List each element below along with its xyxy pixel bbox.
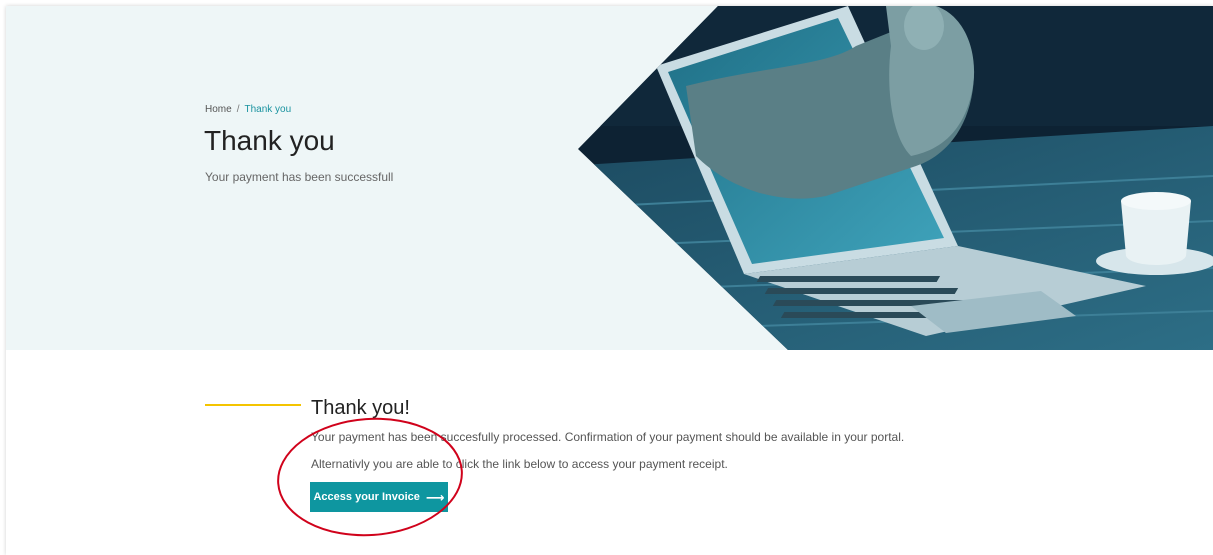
confirmation-text: Your payment has been succesfully proces… [311,430,905,444]
access-invoice-button[interactable]: Access your Invoice ⟶ [310,482,448,512]
breadcrumb-separator: / [236,104,240,115]
breadcrumb: Home / Thank you [205,104,291,115]
arrow-right-icon: ⟶ [425,489,445,505]
access-invoice-label: Access your Invoice [313,491,420,503]
receipt-instruction-text: Alternativly you are able to click the l… [311,457,728,471]
section-title: Thank you! [311,397,410,419]
hero-banner: Home / Thank you Thank you Your payment ha… [6,6,1213,350]
breadcrumb-current: Thank you [244,104,292,115]
page-title: Thank you [204,125,335,156]
accent-divider [205,404,301,406]
breadcrumb-home-link[interactable]: Home [205,104,232,115]
page-subtitle: Your payment has been successfull [205,170,394,184]
hero-photo [578,6,1213,350]
page-frame: Home / Thank you Thank you Your payment ha… [6,6,1213,555]
